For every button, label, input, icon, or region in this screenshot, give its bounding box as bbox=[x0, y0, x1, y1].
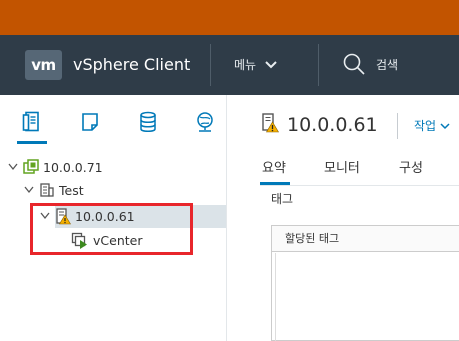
tree-node-label: Test bbox=[59, 182, 84, 198]
hosts-clusters-icon bbox=[22, 111, 39, 132]
tabs-baseline bbox=[260, 185, 459, 186]
tab-vms-and-templates[interactable] bbox=[75, 109, 105, 135]
tab-hosts-and-clusters[interactable] bbox=[17, 109, 47, 135]
object-header: 10.0.0.61 bbox=[261, 113, 378, 137]
highlight-annotation-box bbox=[30, 203, 193, 255]
content-pane: 10.0.0.61 작업 요약 모니터 구성 태그 할당된 태그 bbox=[226, 95, 459, 341]
chevron-down-icon bbox=[440, 122, 450, 129]
menu-button[interactable]: 메뉴 bbox=[234, 55, 278, 75]
vcenter-icon bbox=[23, 159, 39, 175]
page-title: 10.0.0.61 bbox=[287, 114, 378, 136]
actions-menu-button[interactable]: 작업 bbox=[414, 117, 450, 134]
tags-section-title: 태그 bbox=[271, 192, 294, 206]
navigator-pane: 10.0.0.71 Test 10.0.0.61 vCenter bbox=[0, 95, 226, 341]
column-divider bbox=[275, 253, 276, 341]
tab-summary[interactable]: 요약 bbox=[262, 157, 286, 176]
networking-icon bbox=[197, 112, 213, 132]
tags-table: 할당된 태그 bbox=[271, 225, 459, 341]
navigator-tabs bbox=[0, 95, 226, 145]
vmware-logo: vm bbox=[25, 50, 62, 80]
tree-node-label: 10.0.0.71 bbox=[43, 159, 103, 175]
column-header-assigned-tag[interactable]: 할당된 태그 bbox=[272, 226, 459, 252]
search-button[interactable]: 검색 bbox=[342, 52, 398, 76]
vms-templates-icon bbox=[82, 113, 98, 131]
top-banner bbox=[0, 0, 459, 35]
tree-node-vcenter-server[interactable]: 10.0.0.71 bbox=[7, 156, 103, 178]
tab-networking[interactable] bbox=[190, 109, 220, 135]
search-label: 검색 bbox=[376, 57, 399, 72]
tab-configure[interactable]: 구성 bbox=[399, 157, 423, 176]
search-icon bbox=[343, 53, 365, 75]
app-title: vSphere Client bbox=[73, 55, 191, 74]
host-warning-icon bbox=[261, 113, 280, 137]
datacenter-icon bbox=[39, 182, 55, 198]
actions-label: 작업 bbox=[414, 119, 437, 133]
menu-label: 메뉴 bbox=[234, 58, 257, 72]
app-header: vm vSphere Client 메뉴 검색 bbox=[0, 35, 459, 95]
chevron-down-icon[interactable] bbox=[7, 163, 19, 171]
header-divider bbox=[210, 44, 211, 86]
tree-node-datacenter[interactable]: Test bbox=[23, 179, 84, 201]
chevron-down-icon[interactable] bbox=[23, 186, 35, 194]
chevron-down-icon bbox=[265, 61, 277, 69]
tab-monitor[interactable]: 모니터 bbox=[324, 157, 360, 176]
header-divider bbox=[318, 44, 319, 86]
tab-storage[interactable] bbox=[133, 109, 163, 135]
storage-icon bbox=[140, 111, 156, 132]
active-tab-indicator bbox=[17, 141, 47, 144]
title-divider bbox=[397, 113, 398, 139]
